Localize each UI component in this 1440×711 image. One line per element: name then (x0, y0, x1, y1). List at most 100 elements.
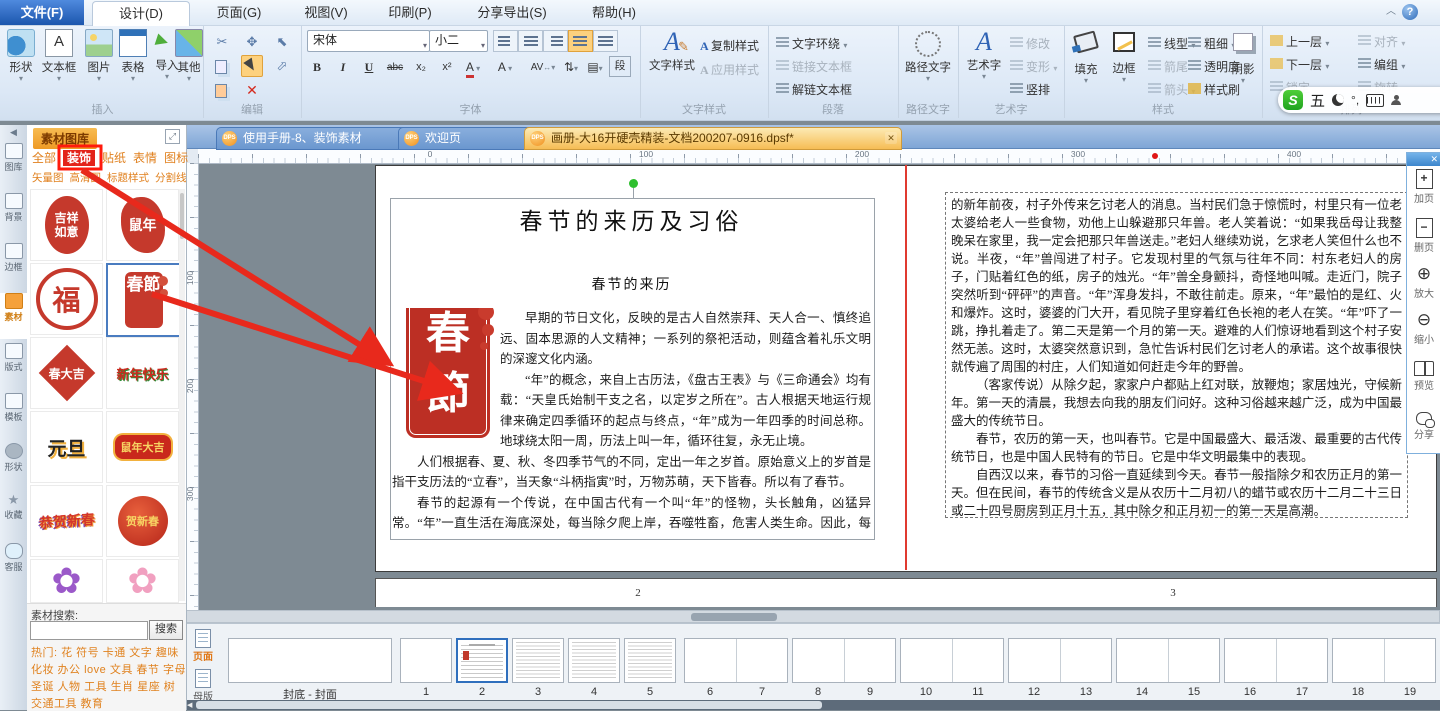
font-family-select[interactable]: 宋体▾ (307, 30, 430, 52)
thumb-page-5[interactable] (624, 638, 676, 683)
menu-view[interactable]: 视图(V) (290, 0, 362, 25)
vertical-text-button[interactable]: 竖排 (1010, 81, 1050, 98)
select-cursor-button[interactable] (241, 55, 263, 77)
font-color-button[interactable]: A ▾ (493, 56, 517, 79)
share-button[interactable]: 分享 (1407, 412, 1440, 458)
scroll-thumb[interactable] (691, 613, 777, 621)
link-textbox-button[interactable]: 链接文本框 (776, 58, 852, 75)
copy-button[interactable] (211, 55, 233, 77)
align-right-button[interactable] (543, 30, 568, 52)
rail-collapse-icon[interactable]: ◀ (0, 125, 27, 139)
subscript-button[interactable]: x₂ (409, 56, 433, 79)
lasso-button[interactable]: ⬀ (271, 55, 293, 77)
apply-style-button[interactable]: A 应用样式 (700, 61, 759, 78)
bold-button[interactable]: B (305, 56, 329, 79)
copy-style-button[interactable]: A 复制样式 (700, 37, 759, 54)
text-style-button[interactable]: A✎ 文字样式 (646, 29, 698, 73)
material-gonghe[interactable]: 恭贺新春 (30, 485, 103, 557)
group-objects-button[interactable]: 编组 ▾ (1358, 56, 1405, 73)
ime-toolbar[interactable]: S 五 °, (1278, 87, 1440, 113)
left-page-body-text[interactable]: 春 節 早期的节日文化，反映的是古人自然崇拜、天人合一、慎终追远、固本思源的人文… (392, 308, 871, 536)
thumb-page-2-selected[interactable] (456, 638, 508, 683)
thumb-pages-18-19[interactable] (1332, 638, 1436, 683)
material-yuandan[interactable]: 元旦 (30, 411, 103, 483)
hot-tags-line[interactable]: 圣诞 人物 工具 生肖 星座 树 (31, 678, 175, 694)
align-justify-button[interactable] (568, 30, 593, 52)
material-chunjie-selected[interactable]: 春節 (106, 263, 181, 337)
paste-button[interactable] (211, 79, 233, 101)
bring-forward-button[interactable]: 上一层 ▾ (1270, 33, 1329, 50)
tab-title-style[interactable]: 标题样式 (107, 172, 149, 184)
material-shunian[interactable]: 鼠年 (106, 189, 179, 261)
insert-table-button[interactable]: 表格▾ (116, 29, 150, 83)
thumb-pages-10-11[interactable] (900, 638, 1004, 683)
tab-all[interactable]: 全部 (32, 151, 56, 165)
ime-punct-icon[interactable]: °, (1351, 93, 1359, 107)
sidebar-scrollbar[interactable] (179, 189, 185, 601)
panel-close-icon[interactable]: ✕ (1407, 153, 1440, 166)
scroll-thumb[interactable] (196, 701, 822, 709)
tab-vector[interactable]: 矢量图 (32, 172, 64, 184)
search-button[interactable]: 搜索 (149, 620, 183, 640)
collapse-ribbon-icon[interactable]: ︿ (1384, 6, 1398, 18)
hot-tags-line[interactable]: 化妆 办公 love 文具 春节 字母 (31, 661, 186, 677)
expand-panel-icon[interactable]: ⤢ (165, 129, 180, 144)
rail-item-template[interactable]: 模板 (0, 393, 27, 439)
shadow-button[interactable]: 阴影▾ (1228, 29, 1258, 85)
thumb-page-4[interactable] (568, 638, 620, 683)
thumb-pages-12-13[interactable] (1008, 638, 1112, 683)
thumb-page-1[interactable] (400, 638, 452, 683)
hot-tags-line[interactable]: 热门: 花 符号 卡通 文字 趣味 (31, 644, 179, 660)
font-size-select[interactable]: 小二▾ (429, 30, 488, 52)
underline-color-button[interactable]: A ▾ (461, 56, 485, 79)
ime-keyboard-icon[interactable] (1366, 94, 1384, 107)
rail-item-shape[interactable]: 形状 (0, 443, 27, 489)
next-spread-preview[interactable]: 2 3 (375, 578, 1437, 607)
rail-item-material[interactable]: 素材 (0, 293, 27, 339)
insert-other-button[interactable]: 其他▾ (172, 29, 206, 83)
add-page-button[interactable]: 加页 (1407, 169, 1440, 215)
tab-icon[interactable]: 图标 (164, 151, 188, 165)
rail-item-border[interactable]: 边框 (0, 243, 27, 289)
strikethrough-button[interactable]: abc (383, 56, 407, 79)
material-fu[interactable]: 福 (30, 263, 103, 335)
tab-decoration[interactable]: 装饰 (63, 150, 95, 166)
insert-shape-button[interactable]: 形状▾ (4, 29, 38, 83)
path-text-button[interactable]: 路径文字▾ (904, 29, 952, 83)
ime-mode-label[interactable]: 五 (1310, 90, 1325, 111)
chunjie-stamp-image[interactable]: 春 節 (406, 308, 490, 438)
insert-image-button[interactable]: 图片▾ (82, 29, 116, 83)
italic-button[interactable]: I (331, 56, 355, 79)
insert-textbox-button[interactable]: 文本框▾ (38, 29, 80, 83)
align-distribute-button[interactable] (593, 30, 618, 52)
menu-file[interactable]: 文件(F) (0, 0, 84, 25)
thumb-pages-14-15[interactable] (1116, 638, 1220, 683)
thumb-page-3[interactable] (512, 638, 564, 683)
picker-button[interactable]: ⬉ (271, 31, 293, 53)
menu-help[interactable]: 帮助(H) (578, 0, 650, 25)
thumb-pages-16-17[interactable] (1224, 638, 1328, 683)
material-xinnian[interactable]: 新年快乐 (106, 337, 179, 409)
fill-button[interactable]: 填充▾ (1068, 29, 1104, 85)
delete-page-button[interactable]: 删页 (1407, 218, 1440, 264)
zoom-in-button[interactable]: ⊕ 放大 (1407, 264, 1440, 310)
tab-emoji[interactable]: 表情 (133, 151, 157, 165)
rotate-handle[interactable] (629, 179, 638, 188)
menu-share-export[interactable]: 分享导出(S) (458, 0, 566, 25)
line-spacing-button[interactable]: ⇅▾ (559, 56, 583, 79)
zoom-out-button[interactable]: ⊖ 缩小 (1407, 310, 1440, 356)
material-shunian-daji[interactable]: 鼠年大吉 (106, 411, 179, 483)
master-view-button[interactable]: 母版 (188, 668, 218, 703)
text-wrap-button[interactable]: 文字环绕 ▾ (776, 35, 847, 52)
wordart-transform-button[interactable]: 变形 ▾ (1010, 58, 1057, 75)
delete-button[interactable]: ✕ (241, 79, 263, 101)
menu-page[interactable]: 页面(G) (200, 0, 278, 25)
paragraph-dialog-button[interactable]: 段 (609, 56, 631, 77)
pan-hand-button[interactable]: ✥ (241, 31, 263, 53)
doc-tab-3-active[interactable]: DPS 画册-大16开硬壳精装-文档200207-0916.dpsf* ✕ (524, 127, 902, 150)
canvas-horizontal-scrollbar[interactable] (186, 610, 1440, 623)
thumbnail-scrollbar[interactable]: ◀ (186, 700, 1440, 710)
preview-button[interactable]: 预览 (1407, 361, 1440, 407)
right-page-text-frame[interactable]: 的新年前夜，村子外传来乞讨老人的消息。当村民们急于惊慌时，村里只有一位老太婆给老… (945, 192, 1408, 518)
material-jixiangruyi[interactable]: 吉祥如意 (30, 189, 103, 261)
